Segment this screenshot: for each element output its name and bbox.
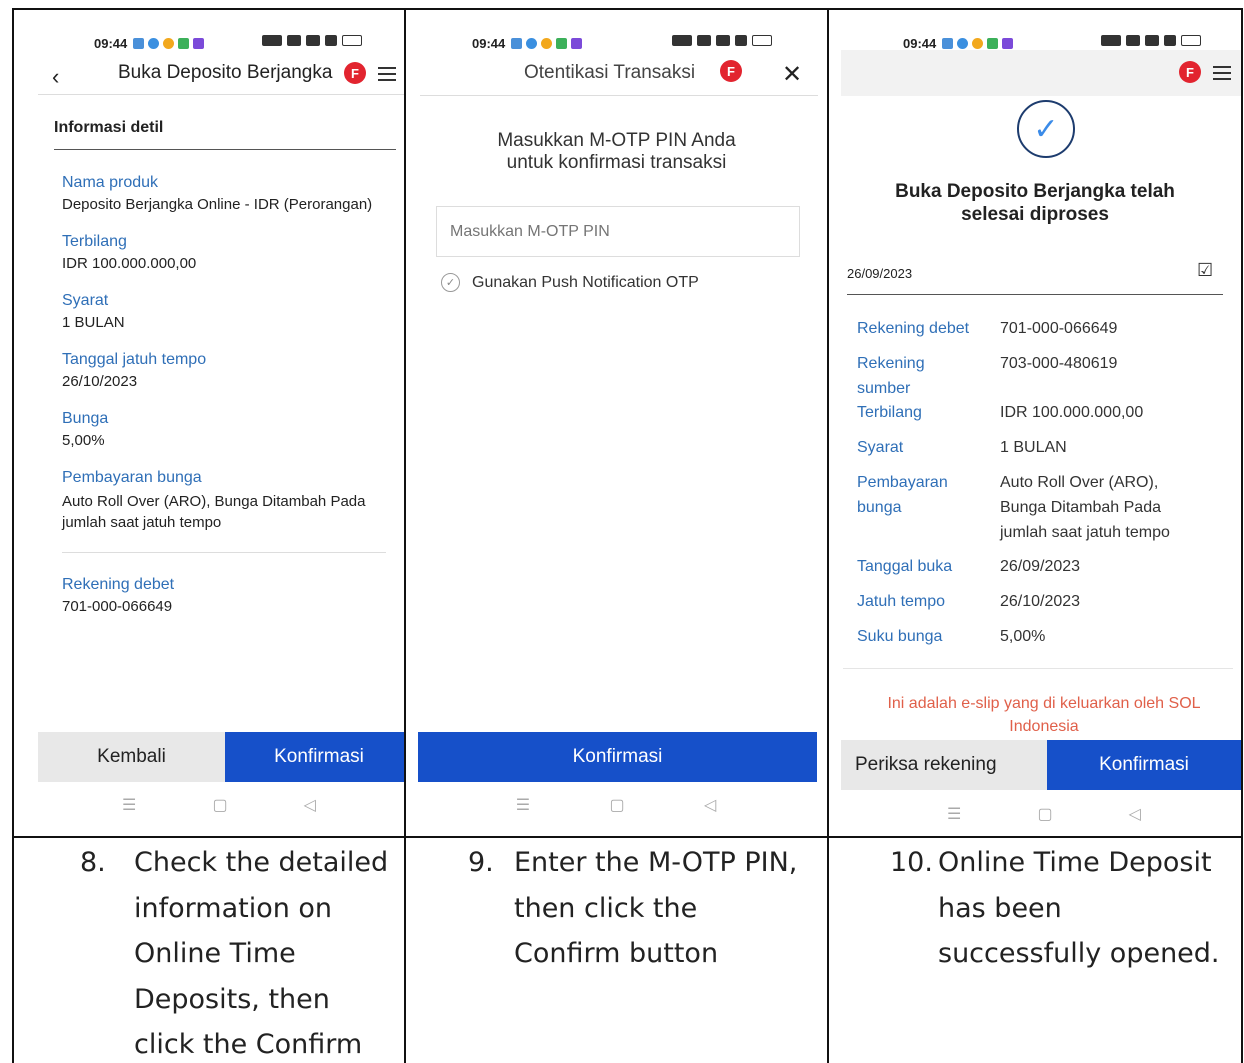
confirm-button[interactable]: Konfirmasi xyxy=(1047,740,1241,790)
field-label: Tanggal jatuh tempo xyxy=(62,351,207,368)
status-icons xyxy=(672,35,772,46)
caption-step-8: 8. Check the detailed information on Onl… xyxy=(80,840,400,1060)
home-icon[interactable]: ▢ xyxy=(212,795,227,815)
confirm-button[interactable]: Konfirmasi xyxy=(225,732,404,782)
field-value: 5,00% xyxy=(62,432,105,449)
summary-label: Suku bunga xyxy=(857,628,943,645)
menu-icon[interactable] xyxy=(378,67,396,81)
summary-label: Jatuh tempo xyxy=(857,593,946,610)
caption-step-10: 10. Online Time Deposit has been success… xyxy=(890,840,1230,1060)
summary-value: 5,00% xyxy=(1000,628,1046,645)
screen-detail-info: 09:44 ‹ Buka Deposito Berjangka F Inform… xyxy=(14,10,404,836)
summary-label: Pembayaran bunga xyxy=(857,474,948,516)
summary-value: Auto Roll Over (ARO), Bunga Ditambah Pad… xyxy=(1000,474,1170,541)
recents-icon[interactable]: ☰ xyxy=(516,795,530,815)
field-value: Deposito Berjangka Online - IDR (Peroran… xyxy=(62,196,373,213)
status-time: 09:44 xyxy=(472,35,506,51)
notification-badge[interactable]: F xyxy=(1179,61,1201,83)
field-label: Terbilang xyxy=(62,233,127,250)
check-circle-icon[interactable]: ✓ xyxy=(441,273,460,292)
page-title: Otentikasi Transaksi xyxy=(524,62,696,83)
close-icon[interactable]: ✕ xyxy=(782,60,802,89)
page-title: Buka Deposito Berjangka xyxy=(118,62,333,83)
step-text: Check the detailed information on Online… xyxy=(134,847,389,1060)
success-check-icon: ✓ xyxy=(1017,100,1075,158)
summary-value: 701-000-066649 xyxy=(1000,320,1118,337)
back-nav-icon[interactable]: ◁ xyxy=(704,795,716,815)
android-nav-bar: ☰ ▢ ◁ xyxy=(909,794,1179,834)
back-button[interactable]: Kembali xyxy=(38,732,225,782)
summary-label: Syarat xyxy=(857,439,904,456)
step-number: 8. xyxy=(80,847,106,878)
table-divider xyxy=(1241,8,1243,1063)
summary-value: IDR 100.000.000,00 xyxy=(1000,404,1144,421)
summary-value: 26/09/2023 xyxy=(1000,558,1081,575)
home-icon[interactable]: ▢ xyxy=(609,795,624,815)
caption-step-9: 9. Enter the M-OTP PIN, then click the C… xyxy=(468,840,818,1060)
field-label: Pembayaran bunga xyxy=(62,469,202,486)
back-nav-icon[interactable]: ◁ xyxy=(1129,804,1141,824)
status-icons xyxy=(262,35,362,46)
summary-label: Terbilang xyxy=(857,404,922,421)
recents-icon[interactable]: ☰ xyxy=(947,804,961,824)
android-nav-bar: ☰ ▢ ◁ xyxy=(84,785,354,825)
notification-badge[interactable]: F xyxy=(720,60,742,82)
summary-value: 1 BULAN xyxy=(1000,439,1067,456)
back-icon[interactable]: ‹ xyxy=(52,64,59,90)
eslip-note: Ini adalah e-slip yang di keluarkan oleh… xyxy=(887,695,1201,735)
screen-success: 09:44 F ✓ Buka Deposito Berjangka telah … xyxy=(829,10,1241,836)
step-number: 10. xyxy=(890,847,933,878)
step-number: 9. xyxy=(468,847,494,878)
field-value: Auto Roll Over (ARO), Bunga Ditambah Pad… xyxy=(62,493,366,531)
field-label: Syarat xyxy=(62,292,109,309)
summary-label: Rekening sumber xyxy=(857,355,925,397)
field-value: 26/10/2023 xyxy=(62,373,138,390)
field-value: IDR 100.000.000,00 xyxy=(62,255,197,272)
transaction-date: 26/09/2023 xyxy=(847,266,913,281)
push-notification-option[interactable]: ✓ Gunakan Push Notification OTP xyxy=(441,273,699,292)
status-time: 09:44 xyxy=(903,35,937,51)
field-label: Nama produk xyxy=(62,174,159,191)
summary-value: 703-000-480619 xyxy=(1000,355,1118,372)
summary-label: Rekening debet xyxy=(857,320,970,337)
menu-icon[interactable] xyxy=(1213,66,1231,80)
field-label: Bunga xyxy=(62,410,109,427)
recents-icon[interactable]: ☰ xyxy=(122,795,136,815)
home-icon[interactable]: ▢ xyxy=(1037,804,1052,824)
table-divider xyxy=(12,836,1243,838)
step-text: Online Time Deposit has been successfull… xyxy=(938,847,1220,969)
otp-heading: Masukkan M-OTP PIN Anda untuk konfirmasi… xyxy=(497,130,736,173)
section-title: Informasi detil xyxy=(54,119,164,136)
debit-value: 701-000-066649 xyxy=(62,598,173,615)
screen-otp: 09:44 Otentikasi Transaksi F ✕ Masukkan … xyxy=(406,10,827,836)
notification-badge[interactable]: F xyxy=(344,62,366,84)
push-option-label: Gunakan Push Notification OTP xyxy=(472,273,699,291)
debit-label: Rekening debet xyxy=(62,576,175,593)
step-text: Enter the M-OTP PIN, then click the Conf… xyxy=(514,847,798,969)
otp-pin-input[interactable] xyxy=(436,206,800,257)
field-value: 1 BULAN xyxy=(62,314,125,331)
confirm-button[interactable]: Konfirmasi xyxy=(418,732,817,782)
status-bar: 09:44 xyxy=(472,34,586,52)
android-nav-bar: ☰ ▢ ◁ xyxy=(476,785,756,825)
check-account-button[interactable]: Periksa rekening xyxy=(841,740,1047,790)
success-heading: Buka Deposito Berjangka telah selesai di… xyxy=(895,181,1175,225)
status-time: 09:44 xyxy=(94,35,128,51)
summary-label: Tanggal buka xyxy=(857,558,953,575)
status-icons xyxy=(1101,35,1201,46)
back-nav-icon[interactable]: ◁ xyxy=(304,795,316,815)
receipt-icon[interactable]: ☑ xyxy=(1197,260,1213,281)
status-bar: 09:44 xyxy=(94,34,208,52)
summary-value: 26/10/2023 xyxy=(1000,593,1081,610)
